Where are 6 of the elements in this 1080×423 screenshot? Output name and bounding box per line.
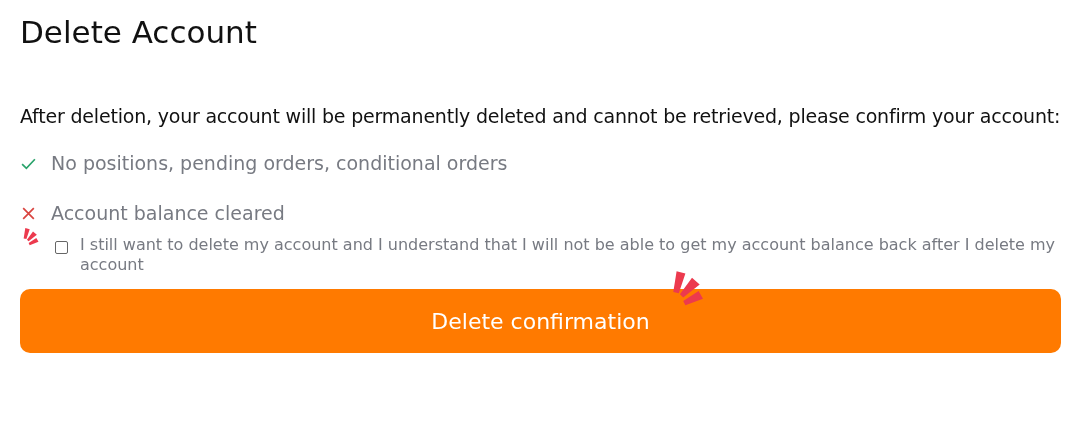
page-title: Delete Account	[20, 13, 258, 52]
agreement-text: I still want to delete my account and I understand that I will not be able to get my account balance back after I delete my account	[80, 235, 1057, 275]
delete-confirmation-button[interactable]: Delete confirmation	[20, 289, 1061, 353]
description-text: After deletion, your account will be permanently deleted and cannot be retrieved, please confirm your account:	[20, 104, 1061, 129]
condition-text: No positions, pending orders, conditional orders	[51, 151, 508, 176]
condition-text: Account balance cleared	[51, 201, 285, 226]
